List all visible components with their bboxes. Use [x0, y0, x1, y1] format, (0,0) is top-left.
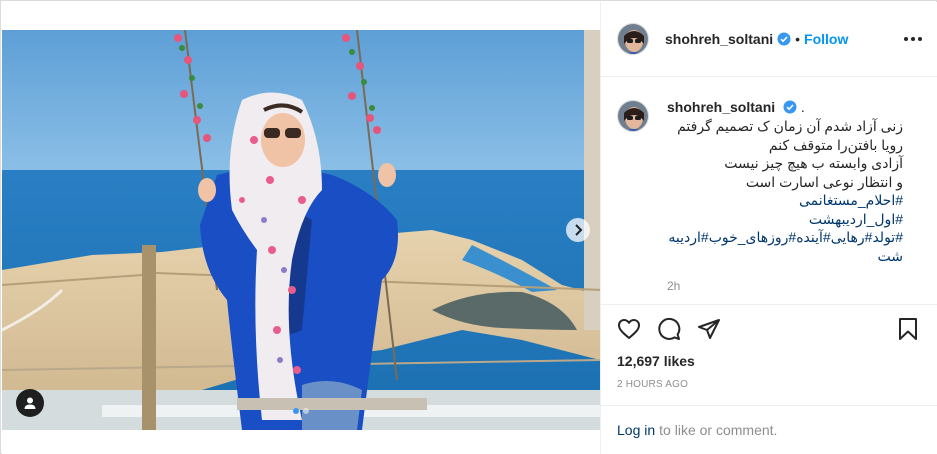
avatar-image	[618, 101, 648, 131]
hashtag-link[interactable]: #اول_اردیبهشت	[667, 210, 903, 229]
comments-area: shohreh_soltani . زنی آزاد شدم آن زمان ک…	[601, 78, 937, 304]
caption-username[interactable]: shohreh_soltani	[667, 99, 775, 115]
next-slide-button[interactable]	[566, 218, 590, 242]
caption-suffix: .	[800, 99, 805, 115]
login-prompt-text: to like or comment.	[659, 422, 778, 438]
paper-plane-icon	[698, 319, 720, 339]
like-count[interactable]: 12,697 likes	[617, 353, 922, 369]
post-header: shohreh_soltani • Follow	[601, 2, 937, 77]
caption-body: shohreh_soltani . زنی آزاد شدم آن زمان ک…	[667, 98, 922, 293]
caption-age: 2h	[667, 279, 681, 293]
caption-text: زنی آزاد شدم آن زمان ک تصمیم گرفتم رویا …	[667, 117, 903, 265]
carousel-dot-active	[293, 408, 299, 414]
chevron-right-icon	[575, 224, 583, 236]
photo-frame	[2, 30, 600, 430]
caption-line: زنی آزاد شدم آن زمان ک تصمیم گرفتم	[677, 118, 903, 134]
hashtag-link[interactable]: #تولد#رهایی#آینده#روزهای_خوب#اردیبه	[667, 228, 903, 247]
post-timestamp: 2 HOURS AGO	[617, 379, 689, 390]
caption-line: رویا بافتن‌را متوقف کنم	[768, 136, 903, 153]
caption-line: آزادی وابسته ب هیچ چیز نیست	[724, 155, 903, 171]
like-button[interactable]	[617, 317, 641, 341]
post-side-panel: shohreh_soltani • Follow shohreh_soltani…	[600, 2, 937, 454]
comment-icon	[658, 317, 681, 340]
avatar[interactable]	[617, 23, 649, 55]
follow-button[interactable]: Follow	[804, 31, 848, 47]
more-options-button[interactable]	[904, 29, 922, 49]
caption: shohreh_soltani . زنی آزاد شدم آن زمان ک…	[617, 98, 922, 293]
avatar-image	[618, 24, 648, 54]
share-button[interactable]	[697, 317, 721, 341]
verified-badge-icon	[777, 32, 791, 46]
comment-button[interactable]	[657, 317, 681, 341]
action-icons	[617, 305, 922, 353]
more-options-icon	[904, 37, 908, 41]
carousel-indicator	[293, 408, 309, 414]
login-link[interactable]: Log in	[617, 422, 655, 438]
user-tag-icon	[24, 397, 36, 409]
post-actions: 12,697 likes 2 HOURS AGO	[601, 304, 937, 390]
user-tag-button[interactable]	[16, 389, 44, 417]
carousel-dot	[303, 408, 309, 414]
heart-icon	[618, 319, 640, 339]
hashtag-link[interactable]: #احلام_مستغانمی	[667, 191, 903, 210]
caption-avatar[interactable]	[617, 100, 649, 132]
post-photo[interactable]	[2, 2, 600, 454]
separator-dot: •	[795, 31, 801, 47]
instagram-post: shohreh_soltani • Follow shohreh_soltani…	[0, 0, 937, 454]
login-prompt: Log in to like or comment.	[601, 405, 937, 454]
verified-badge-icon	[783, 100, 797, 114]
bookmark-icon	[899, 318, 917, 340]
caption-header: shohreh_soltani .	[667, 98, 922, 116]
caption-line: و انتظار نوعی اسارت است	[745, 173, 903, 190]
photo-image	[2, 30, 600, 430]
save-button[interactable]	[896, 317, 920, 341]
hashtag-link[interactable]: شت	[667, 247, 903, 266]
post-author-username[interactable]: shohreh_soltani	[665, 31, 773, 47]
